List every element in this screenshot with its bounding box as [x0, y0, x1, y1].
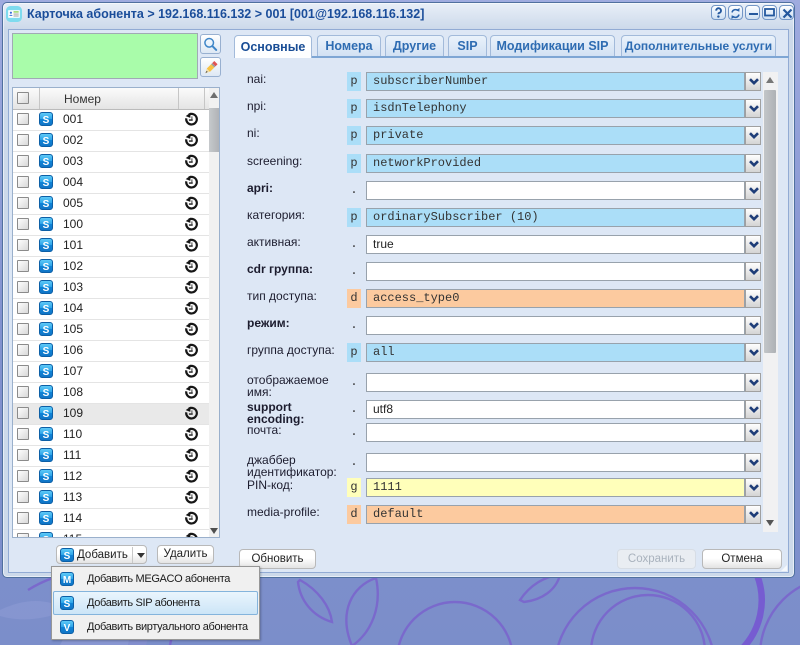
svg-text:V: V	[64, 623, 71, 634]
svg-text:S: S	[64, 599, 71, 610]
svg-text:S: S	[64, 551, 71, 562]
svg-text:S: S	[43, 535, 50, 538]
svg-text:M: M	[63, 575, 71, 586]
